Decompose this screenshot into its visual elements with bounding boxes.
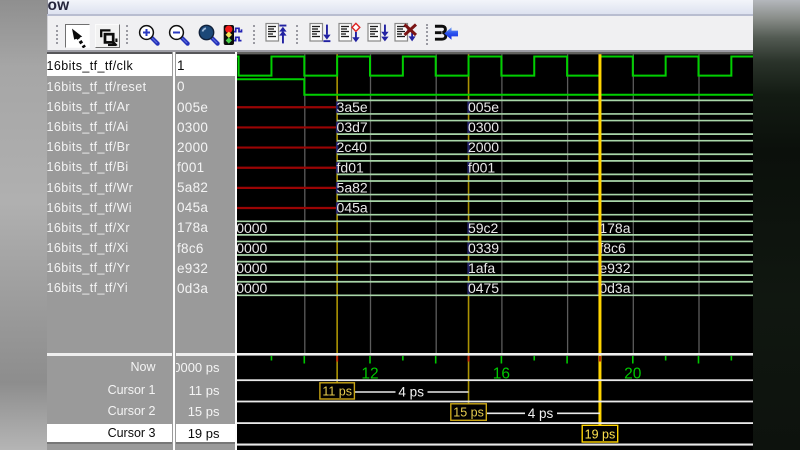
svg-text:0000: 0000 [237,220,268,236]
svg-text:2000: 2000 [468,139,499,155]
svg-text:11 ps: 11 ps [322,385,352,399]
svg-text:0000: 0000 [237,260,268,276]
svg-text:59c2: 59c2 [468,220,499,236]
svg-text:4 ps: 4 ps [398,385,424,400]
svg-text:0300: 0300 [468,119,499,135]
svg-text:005e: 005e [468,99,499,115]
svg-text:0000: 0000 [237,280,268,296]
svg-text:0d3a: 0d3a [599,280,630,296]
svg-text:4 ps: 4 ps [528,406,554,421]
svg-text:0475: 0475 [468,280,499,296]
svg-text:045a: 045a [337,200,368,216]
svg-text:f8c6: f8c6 [599,240,626,256]
svg-text:0339: 0339 [468,240,499,256]
svg-text:f001: f001 [468,159,495,175]
svg-text:e932: e932 [599,260,630,276]
svg-text:15 ps: 15 ps [453,406,484,420]
svg-text:03d7: 03d7 [337,119,368,135]
svg-text:1afa: 1afa [468,260,495,276]
svg-text:3a5e: 3a5e [337,99,368,115]
svg-text:2c40: 2c40 [337,139,368,155]
svg-text:19 ps: 19 ps [585,427,616,441]
svg-text:178a: 178a [599,220,630,236]
svg-text:fd01: fd01 [337,159,364,175]
svg-text:5a82: 5a82 [337,179,368,195]
svg-text:0000: 0000 [237,240,268,256]
